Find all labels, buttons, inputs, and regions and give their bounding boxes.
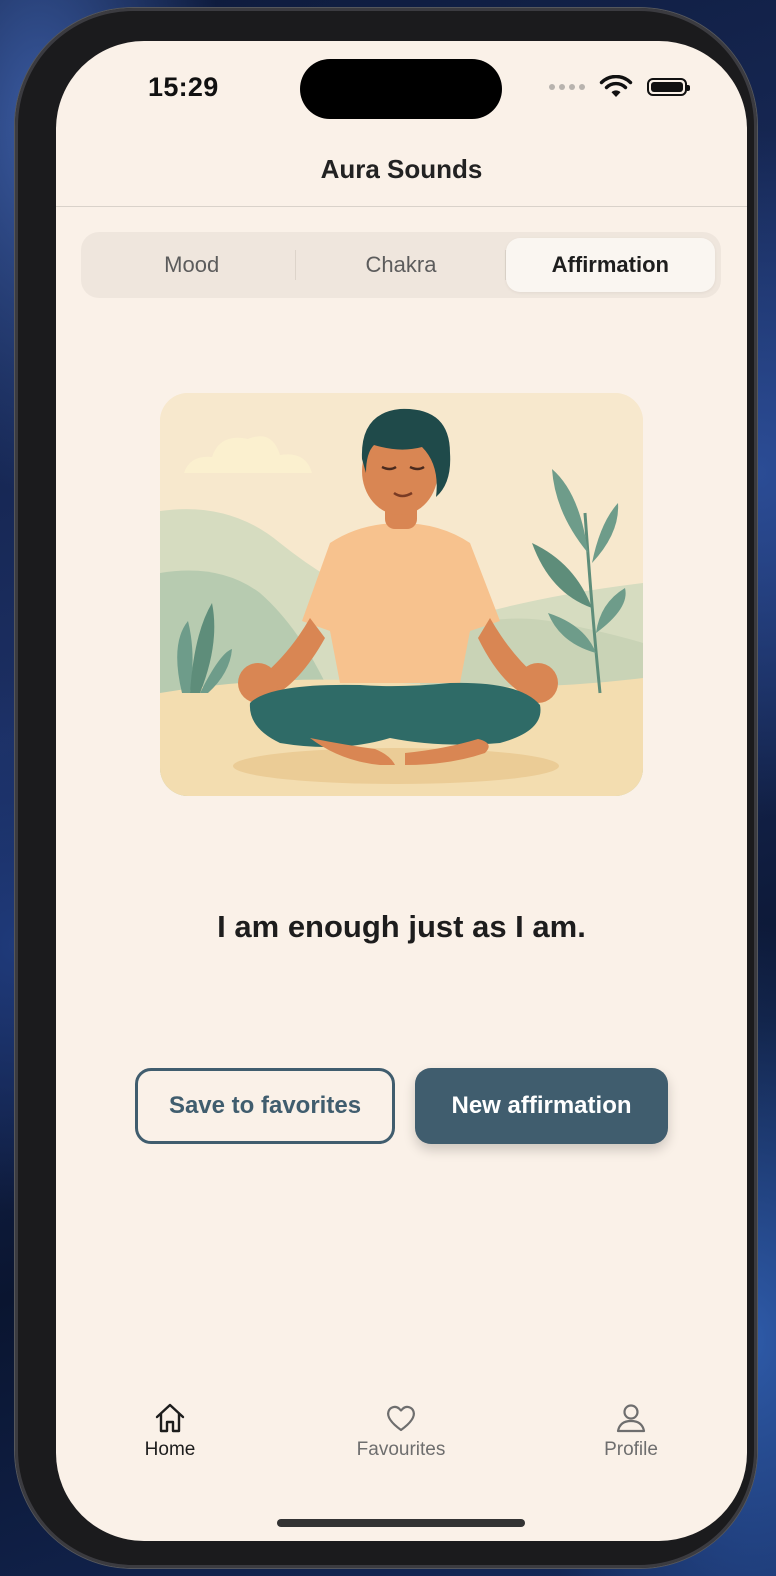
signal-dots-icon (549, 84, 585, 90)
wifi-icon (599, 75, 633, 97)
status-indicators (549, 75, 690, 99)
affirmation-text: I am enough just as I am. (217, 909, 586, 944)
tab-chakra[interactable]: Chakra (296, 238, 506, 292)
nav-favourites-label: Favourites (356, 1439, 446, 1460)
app-title: Aura Sounds (320, 154, 483, 184)
home-indicator[interactable] (277, 1519, 525, 1527)
segmented-control: Mood Chakra Affirmation (81, 232, 721, 298)
nav-favourites[interactable]: Favourites (321, 1401, 481, 1461)
heart-icon (387, 1405, 415, 1432)
nav-home[interactable]: Home (90, 1401, 250, 1461)
nav-profile[interactable]: Profile (551, 1401, 711, 1461)
header-divider (56, 206, 747, 207)
bottom-tab-bar: Home Favourites Profile (56, 1401, 747, 1481)
battery-icon (647, 78, 690, 96)
app-screen: 15:29 Aura Sounds Mood Chakra Affirmatio… (56, 41, 747, 1541)
nav-home-label: Home (144, 1439, 196, 1460)
tab-mood[interactable]: Mood (87, 238, 297, 292)
home-icon (155, 1403, 185, 1433)
status-time: 15:29 (148, 72, 219, 102)
dynamic-island (300, 59, 502, 119)
phone-frame: 15:29 Aura Sounds Mood Chakra Affirmatio… (15, 8, 757, 1568)
new-affirmation-button[interactable]: New affirmation (415, 1068, 668, 1144)
save-to-favorites-button[interactable]: Save to favorites (135, 1068, 395, 1144)
meditating-person-illustration (160, 393, 643, 796)
tab-affirmation[interactable]: Affirmation (505, 238, 715, 292)
person-icon (616, 1404, 646, 1433)
nav-profile-label: Profile (604, 1439, 658, 1460)
